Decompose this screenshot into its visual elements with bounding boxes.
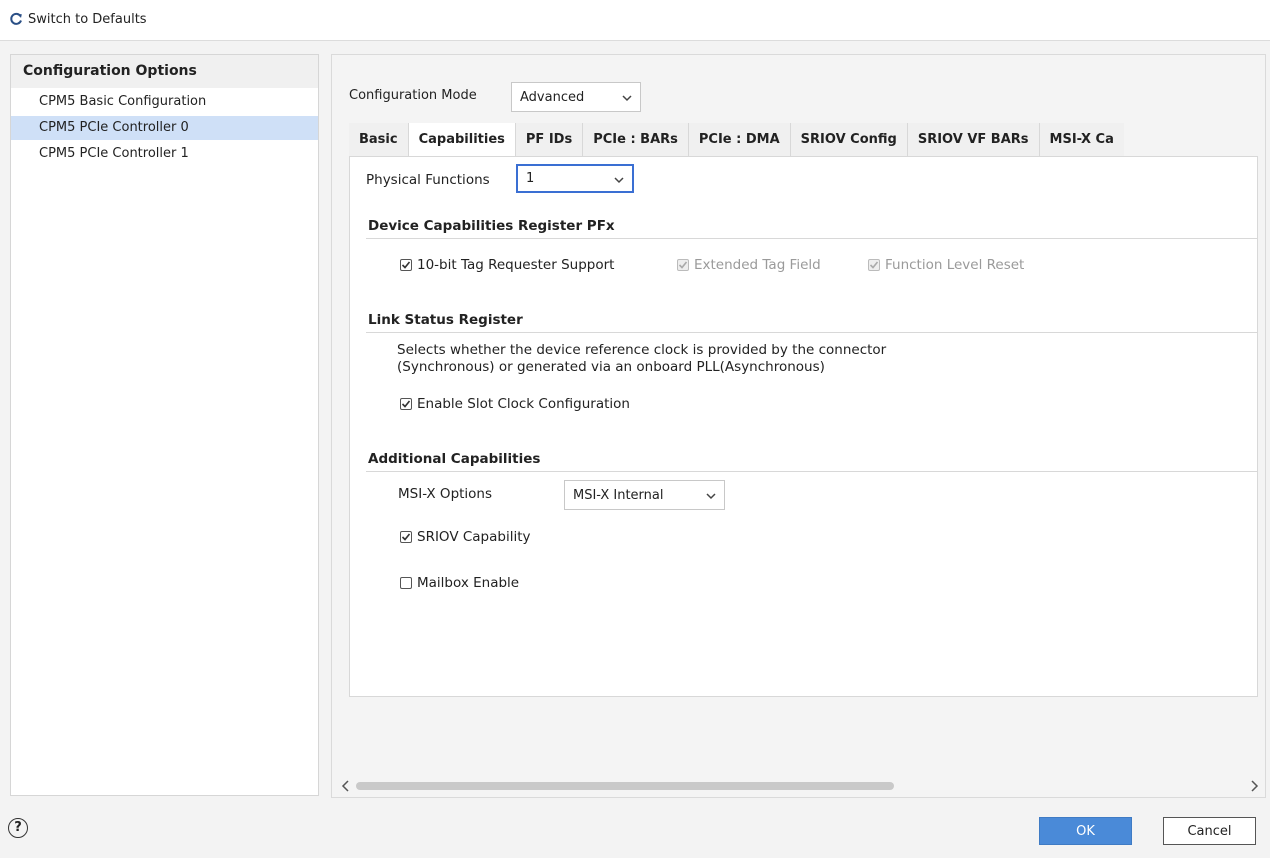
configuration-mode-select[interactable]: Advanced — [511, 82, 641, 112]
mailbox-enable-label: Mailbox Enable — [417, 575, 520, 591]
scroll-left-icon[interactable] — [341, 780, 351, 796]
scrollbar-thumb[interactable] — [356, 782, 894, 790]
slot-clock-label: Enable Slot Clock Configuration — [417, 396, 630, 412]
tab-msix-capabilities[interactable]: MSI-X Ca — [1039, 123, 1124, 157]
function-level-reset-label: Function Level Reset — [885, 257, 1025, 273]
extended-tag-checkbox[interactable]: Extended Tag Field — [677, 257, 821, 273]
switch-to-defaults-button[interactable]: Switch to Defaults — [8, 11, 147, 27]
physical-functions-select[interactable]: 1 — [516, 164, 634, 193]
configuration-mode-label: Configuration Mode — [349, 88, 477, 103]
link-status-title: Link Status Register — [368, 312, 523, 328]
extended-tag-label: Extended Tag Field — [694, 257, 821, 273]
msix-options-label: MSI-X Options — [398, 486, 493, 502]
device-capabilities-title: Device Capabilities Register PFx — [368, 218, 615, 234]
mailbox-enable-checkbox[interactable]: Mailbox Enable — [400, 575, 519, 591]
tag-requester-label: 10-bit Tag Requester Support — [417, 257, 615, 273]
link-status-description-line2: (Synchronous) or generated via an onboar… — [397, 359, 825, 375]
tree-item-pcie-controller-0[interactable]: CPM5 PCIe Controller 0 — [11, 116, 318, 140]
slot-clock-checkbox[interactable]: Enable Slot Clock Configuration — [400, 396, 630, 412]
tag-requester-checkbox[interactable]: 10-bit Tag Requester Support — [400, 257, 614, 273]
ok-button[interactable]: OK — [1039, 817, 1132, 845]
tree-item-basic-configuration[interactable]: CPM5 Basic Configuration — [11, 90, 318, 114]
chevron-down-icon — [614, 174, 624, 184]
tab-basic[interactable]: Basic — [349, 123, 409, 157]
section-divider — [366, 332, 1258, 333]
checkbox-checked-icon — [400, 259, 412, 271]
checkbox-unchecked-icon — [400, 577, 412, 589]
section-divider — [366, 238, 1258, 239]
configuration-mode-value: Advanced — [520, 89, 585, 105]
top-toolbar — [0, 0, 1270, 41]
tab-bar: Basic Capabilities PF IDs PCIe : BARs PC… — [349, 123, 1124, 157]
sriov-capability-checkbox[interactable]: SRIOV Capability — [400, 529, 531, 545]
function-level-reset-checkbox[interactable]: Function Level Reset — [868, 257, 1024, 273]
msix-options-value: MSI-X Internal — [573, 487, 664, 503]
msix-options-select[interactable]: MSI-X Internal — [564, 480, 725, 510]
tab-sriov-vf-bars[interactable]: SRIOV VF BARs — [907, 123, 1040, 157]
chevron-down-icon — [622, 92, 632, 102]
sriov-capability-label: SRIOV Capability — [417, 529, 531, 545]
chevron-down-icon — [706, 490, 716, 500]
tab-pcie-bars[interactable]: PCIe : BARs — [583, 123, 689, 157]
tab-pcie-dma[interactable]: PCIe : DMA — [688, 123, 791, 157]
physical-functions-label: Physical Functions — [366, 172, 490, 188]
tab-pf-ids[interactable]: PF IDs — [515, 123, 584, 157]
scroll-right-icon[interactable] — [1249, 780, 1259, 796]
tree-item-pcie-controller-1[interactable]: CPM5 PCIe Controller 1 — [11, 142, 318, 166]
tab-capabilities[interactable]: Capabilities — [408, 123, 516, 157]
cancel-button[interactable]: Cancel — [1163, 817, 1256, 845]
section-divider — [366, 471, 1258, 472]
configuration-options-panel: Configuration Options CPM5 Basic Configu… — [10, 54, 319, 796]
checkbox-checked-icon — [400, 398, 412, 410]
link-status-description-line1: Selects whether the device reference clo… — [397, 342, 887, 358]
checkbox-checked-icon — [677, 259, 689, 271]
additional-capabilities-title: Additional Capabilities — [368, 451, 541, 467]
configuration-options-title: Configuration Options — [11, 55, 318, 88]
tab-sriov-config[interactable]: SRIOV Config — [790, 123, 908, 157]
switch-to-defaults-label: Switch to Defaults — [28, 11, 147, 27]
help-icon[interactable]: ? — [8, 818, 28, 838]
checkbox-checked-icon — [868, 259, 880, 271]
physical-functions-value: 1 — [526, 171, 535, 186]
checkbox-checked-icon — [400, 531, 412, 543]
refresh-icon — [8, 11, 24, 27]
